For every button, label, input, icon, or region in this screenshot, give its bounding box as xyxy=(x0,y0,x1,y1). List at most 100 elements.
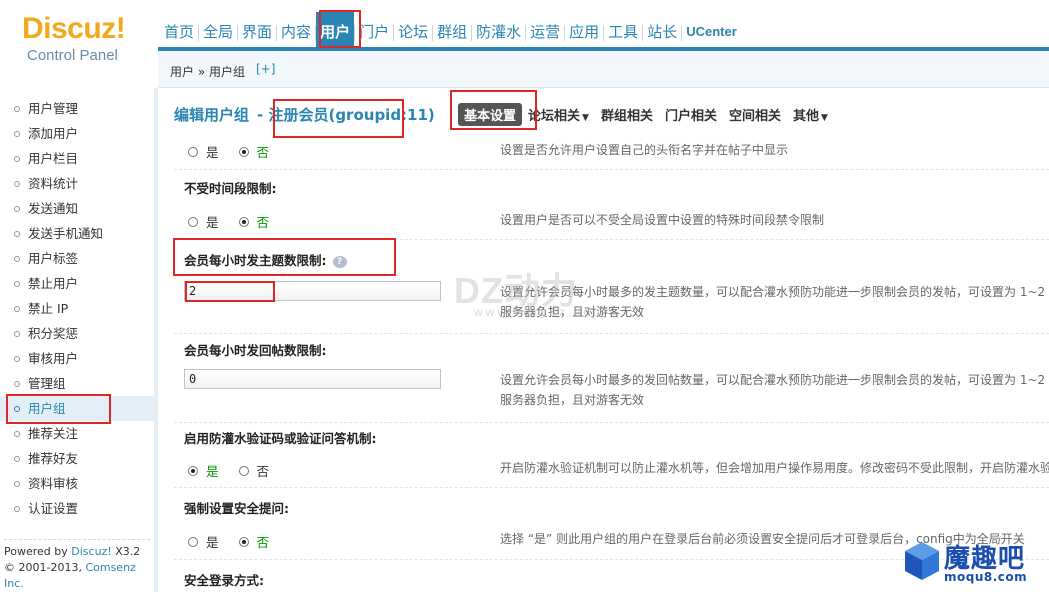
copyright-prefix: © 2001-2013, xyxy=(4,561,86,574)
sidebar-item-verify-settings[interactable]: 认证设置 xyxy=(0,496,154,521)
bullet-icon xyxy=(14,455,20,462)
tab-other[interactable]: 其他 ▼ xyxy=(787,103,834,126)
tab-portal[interactable]: 门户相关 xyxy=(659,103,723,126)
logo[interactable]: Discuz! Control Panel xyxy=(0,0,158,88)
sidebar-menu: 用户管理 添加用户 用户栏目 资料统计 发送通知 发送手机通知 用户标签 禁止用… xyxy=(0,88,154,521)
setting-label: 会员每小时发主题数限制:? xyxy=(184,250,347,269)
tab-group[interactable]: 群组相关 xyxy=(595,103,659,126)
radio-group: 是 否 xyxy=(188,212,289,231)
topnav-home[interactable]: 首页 xyxy=(160,12,198,47)
sidebar-item-label: 用户栏目 xyxy=(28,151,79,166)
group-name: - 注册会员(groupid:11) xyxy=(257,105,435,124)
sidebar-item-user-manage[interactable]: 用户管理 xyxy=(0,96,154,121)
radio-label: 是 xyxy=(206,145,219,160)
sidebar-item-profile-stats[interactable]: 资料统计 xyxy=(0,171,154,196)
radio-button-checked[interactable] xyxy=(238,216,249,227)
radio-button-checked[interactable] xyxy=(188,465,198,476)
tab-label: 基本设置 xyxy=(464,108,517,124)
top-navigation: 首页 全局 界面 内容 用户 门户 论坛 群组 防灌水 运营 应用 工具 站长 … xyxy=(160,12,741,47)
sidebar-item-user-columns[interactable]: 用户栏目 xyxy=(0,146,154,171)
radio-no[interactable]: 否 xyxy=(238,532,269,551)
topnav-portal[interactable]: 门户 xyxy=(355,12,393,47)
setting-label: 会员每小时发回帖数限制: xyxy=(184,343,327,358)
sidebar-item-ban-user[interactable]: 禁止用户 xyxy=(0,271,154,296)
settings-tabs: 基本设置 论坛相关 ▼ 群组相关 门户相关 空间相关 其他 ▼ xyxy=(458,102,834,126)
setting-label-text: 会员每小时发主题数限制: xyxy=(184,253,327,268)
moqu-watermark: 魔趣吧 moqu8.com xyxy=(900,538,1040,588)
sidebar-item-recommend-friends[interactable]: 推荐好友 xyxy=(0,446,154,471)
sidebar-item-user-tags[interactable]: 用户标签 xyxy=(0,246,154,271)
tab-label: 空间相关 xyxy=(728,108,781,124)
radio-button[interactable] xyxy=(188,216,198,227)
radio-button[interactable] xyxy=(188,146,198,157)
topnav-interface[interactable]: 界面 xyxy=(238,12,276,47)
radio-button[interactable] xyxy=(188,536,198,547)
sidebar-item-label: 资料审核 xyxy=(28,476,79,491)
radio-yes[interactable]: 是 xyxy=(188,461,219,480)
radio-button[interactable] xyxy=(238,465,249,476)
divider xyxy=(174,487,1049,488)
radio-no[interactable]: 否 xyxy=(238,461,269,480)
topnav-tools[interactable]: 工具 xyxy=(604,12,642,47)
radio-button-checked[interactable] xyxy=(238,146,249,157)
help-icon[interactable]: ? xyxy=(332,255,347,268)
sidebar-item-send-mobile-notice[interactable]: 发送手机通知 xyxy=(0,221,154,246)
sidebar-item-profile-review[interactable]: 资料审核 xyxy=(0,471,154,496)
topnav-global[interactable]: 全局 xyxy=(199,12,237,47)
bullet-icon xyxy=(14,105,20,112)
sidebar-item-credits[interactable]: 积分奖惩 xyxy=(0,321,154,346)
divider xyxy=(174,422,1049,423)
radio-label: 是 xyxy=(206,464,219,479)
posts-per-hour-input[interactable] xyxy=(184,369,441,389)
radio-yes[interactable]: 是 xyxy=(188,212,219,231)
page-title: 编辑用户组 xyxy=(174,105,250,124)
sidebar-item-recommend-follow[interactable]: 推荐关注 xyxy=(0,421,154,446)
bullet-icon xyxy=(14,155,20,162)
tab-basic[interactable]: 基本设置 xyxy=(458,102,523,126)
sidebar-footer: Powered by Discuz! X3.2 © 2001-2013, Com… xyxy=(4,539,150,592)
tab-label: 论坛相关 xyxy=(528,108,581,124)
threads-per-hour-input[interactable] xyxy=(184,281,441,301)
tab-forum[interactable]: 论坛相关 ▼ xyxy=(522,103,595,126)
sidebar-item-ban-ip[interactable]: 禁止 IP xyxy=(0,296,154,321)
topnav-ucenter[interactable]: UCenter xyxy=(682,12,741,47)
radio-label: 否 xyxy=(256,145,270,160)
topnav-operation[interactable]: 运营 xyxy=(526,12,564,47)
bullet-icon xyxy=(14,280,20,287)
sidebar-item-send-notice[interactable]: 发送通知 xyxy=(0,196,154,221)
bullet-icon xyxy=(14,230,20,237)
logo-brand: Discuz! xyxy=(22,12,126,45)
topnav-content[interactable]: 内容 xyxy=(277,12,315,47)
moqu-watermark-url: moqu8.com xyxy=(944,570,1028,584)
sidebar-item-add-user[interactable]: 添加用户 xyxy=(0,121,154,146)
dropdown-arrow-icon: ▼ xyxy=(821,112,828,123)
sidebar-item-label: 认证设置 xyxy=(28,501,79,516)
sidebar-item-admin-groups[interactable]: 管理组 xyxy=(0,371,154,396)
topnav-user[interactable]: 用户 xyxy=(316,12,355,47)
sidebar-item-label: 发送手机通知 xyxy=(28,226,104,241)
radio-yes[interactable]: 是 xyxy=(188,532,219,551)
logo-subtitle: Control Panel xyxy=(27,47,118,64)
sidebar-item-moderate-users[interactable]: 审核用户 xyxy=(0,346,154,371)
topnav-apps[interactable]: 应用 xyxy=(565,12,603,47)
topnav-group[interactable]: 群组 xyxy=(433,12,471,47)
tab-label: 群组相关 xyxy=(600,108,653,124)
topnav-antispam[interactable]: 防灌水 xyxy=(472,12,525,47)
radio-yes[interactable]: 是 xyxy=(188,142,219,161)
sidebar-item-label: 禁止 IP xyxy=(28,301,69,316)
topnav-admin[interactable]: 站长 xyxy=(643,12,681,47)
tab-space[interactable]: 空间相关 xyxy=(723,103,787,126)
copyright: © 2001-2013, Comsenz Inc. xyxy=(4,560,150,592)
expand-menu-button[interactable]: [+] xyxy=(256,62,275,76)
radio-group: 是 否 xyxy=(188,461,289,480)
radio-group: 是 否 xyxy=(188,142,289,161)
radio-button-checked[interactable] xyxy=(238,536,249,547)
radio-no[interactable]: 否 xyxy=(238,142,270,161)
dz-watermark-url: www.verydz.com xyxy=(474,305,607,319)
sidebar-item-user-groups[interactable]: 用户组 xyxy=(0,396,154,421)
setting-hint: 开启防灌水验证机制可以防止灌水机等，但会增加用户操作易用度。修改密码不受此限制，… xyxy=(500,461,1049,475)
topnav-forum[interactable]: 论坛 xyxy=(394,12,432,47)
radio-no[interactable]: 否 xyxy=(238,212,269,231)
setting-threads-per-hour: 会员每小时发主题数限制:? 设置允许会员每小时最多的发主题数量，可以配合灌水预防… xyxy=(174,248,1049,334)
discuz-link[interactable]: Discuz! xyxy=(71,545,111,558)
